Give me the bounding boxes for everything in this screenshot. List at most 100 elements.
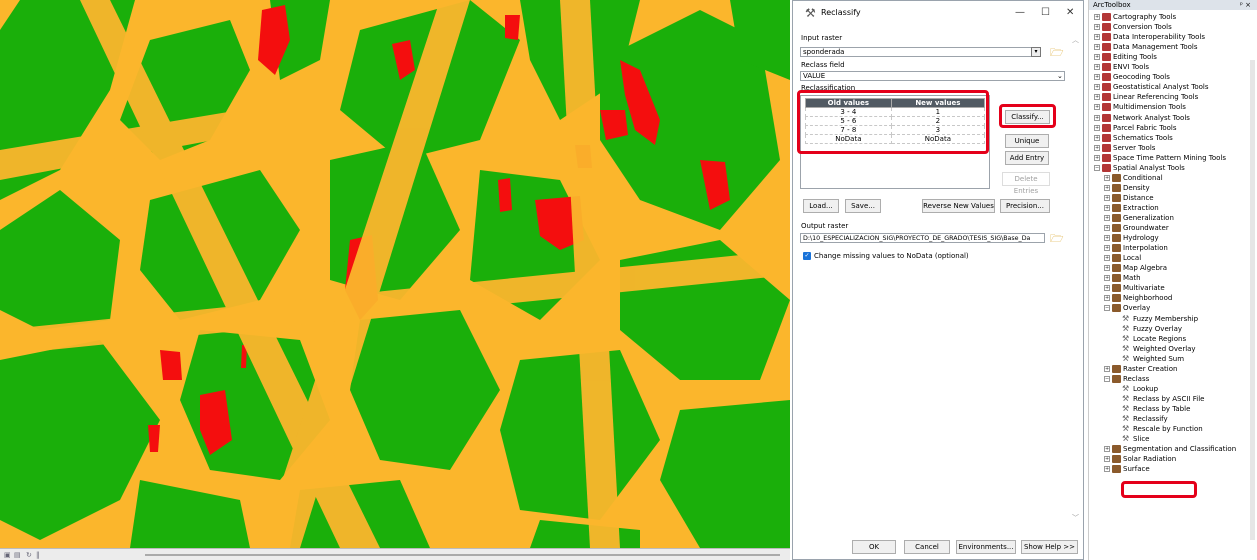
reverse-new-values-button[interactable]: Reverse New Values bbox=[922, 199, 995, 213]
output-raster-field[interactable]: D:\10_ESPECIALIZACION_SIG\PROYECTO_DE_GR… bbox=[800, 233, 1045, 243]
expand-icon[interactable]: + bbox=[1104, 215, 1110, 221]
tool-item[interactable]: ⚒ Weighted Overlay bbox=[1122, 344, 1196, 354]
expand-icon[interactable]: + bbox=[1094, 114, 1100, 121]
minimize-button[interactable]: — bbox=[1015, 7, 1025, 18]
expand-icon[interactable]: + bbox=[1094, 104, 1100, 111]
expand-icon[interactable]: + bbox=[1094, 84, 1100, 91]
tool-item[interactable]: ⚒ Fuzzy Overlay bbox=[1122, 324, 1182, 334]
pin-icon[interactable]: ᵖ × bbox=[1240, 0, 1251, 10]
expand-icon[interactable]: + bbox=[1104, 245, 1110, 252]
expand-icon[interactable]: + bbox=[1094, 54, 1100, 61]
toolbox-item[interactable]: + Geocoding Tools bbox=[1094, 72, 1170, 82]
map-view[interactable] bbox=[0, 0, 790, 548]
toolset-item[interactable]: + Generalization bbox=[1104, 213, 1174, 223]
expand-icon[interactable]: + bbox=[1104, 456, 1110, 463]
data-view-icon[interactable]: ▤ bbox=[14, 551, 21, 559]
expand-icon[interactable]: + bbox=[1094, 44, 1100, 51]
tool-item[interactable]: ⚒ Reclassify bbox=[1122, 414, 1168, 424]
collapse-icon[interactable]: − bbox=[1104, 305, 1110, 312]
layout-view-icon[interactable]: ▣ bbox=[4, 551, 11, 559]
toolset-item[interactable]: + Segmentation and Classification bbox=[1104, 444, 1236, 454]
reclass-field-select[interactable]: VALUE bbox=[800, 71, 1065, 81]
toolset-item[interactable]: + Groundwater bbox=[1104, 223, 1169, 233]
toolset-item[interactable]: + Math bbox=[1104, 273, 1141, 283]
toolbox-item[interactable]: + Parcel Fabric Tools bbox=[1094, 123, 1177, 133]
toolset-item[interactable]: + Raster Creation bbox=[1104, 364, 1177, 374]
toolbox-item[interactable]: + Linear Referencing Tools bbox=[1094, 92, 1198, 102]
expand-icon[interactable]: + bbox=[1104, 446, 1110, 453]
toolset-item[interactable]: + Hydrology bbox=[1104, 233, 1159, 243]
close-button[interactable]: ✕ bbox=[1066, 7, 1074, 18]
toolset-item[interactable]: + Extraction bbox=[1104, 203, 1159, 213]
folder-icon[interactable]: 🗁 bbox=[1050, 230, 1064, 249]
toolbox-item[interactable]: + Data Interoperability Tools bbox=[1094, 32, 1205, 42]
expand-icon[interactable]: + bbox=[1094, 124, 1100, 131]
tool-item[interactable]: ⚒ Weighted Sum bbox=[1122, 354, 1184, 364]
toolbox-item[interactable]: + Conversion Tools bbox=[1094, 22, 1172, 32]
environments-button[interactable]: Environments... bbox=[956, 540, 1016, 554]
expand-icon[interactable]: + bbox=[1094, 154, 1100, 161]
toolbox-item[interactable]: + Network Analyst Tools bbox=[1094, 113, 1190, 123]
toolset-item[interactable]: + Surface bbox=[1104, 464, 1150, 474]
expand-icon[interactable]: + bbox=[1104, 285, 1110, 292]
toolset-item[interactable]: + Neighborhood bbox=[1104, 293, 1172, 303]
unique-button[interactable]: Unique bbox=[1005, 134, 1049, 148]
tool-item[interactable]: ⚒ Reclass by ASCII File bbox=[1122, 394, 1204, 404]
ok-button[interactable]: OK bbox=[852, 540, 896, 554]
toolset-item[interactable]: + Local bbox=[1104, 253, 1141, 263]
input-raster-field[interactable]: sponderada bbox=[800, 47, 1038, 57]
expand-icon[interactable]: + bbox=[1104, 204, 1110, 211]
toolbox-scrollbar[interactable] bbox=[1250, 60, 1255, 540]
toolset-item[interactable]: + Multivariate bbox=[1104, 283, 1165, 293]
toolbox-item[interactable]: + ENVI Tools bbox=[1094, 62, 1149, 72]
toolbox-item[interactable]: + Server Tools bbox=[1094, 143, 1155, 153]
expand-icon[interactable]: + bbox=[1094, 14, 1100, 20]
expand-icon[interactable]: + bbox=[1094, 64, 1100, 71]
expand-icon[interactable]: + bbox=[1104, 295, 1110, 302]
expand-icon[interactable]: + bbox=[1094, 24, 1100, 31]
refresh-icon[interactable]: ↻ bbox=[26, 551, 32, 559]
expand-icon[interactable]: + bbox=[1094, 144, 1100, 151]
expand-icon[interactable]: + bbox=[1104, 255, 1110, 262]
toolbox-item[interactable]: + Geostatistical Analyst Tools bbox=[1094, 82, 1209, 92]
chevron-down-icon[interactable]: ⌄ bbox=[1057, 72, 1063, 80]
toolset-item[interactable]: + Map Algebra bbox=[1104, 263, 1167, 273]
precision-button[interactable]: Precision... bbox=[1000, 199, 1050, 213]
tool-item[interactable]: ⚒ Fuzzy Membership bbox=[1122, 314, 1198, 324]
toolbox-item[interactable]: + Editing Tools bbox=[1094, 52, 1157, 62]
change-missing-checkbox[interactable]: ✓ bbox=[803, 252, 811, 260]
tool-item[interactable]: ⚒ Reclass by Table bbox=[1122, 404, 1190, 414]
maximize-button[interactable]: ☐ bbox=[1041, 7, 1050, 18]
scroll-up-icon[interactable]: ︿ bbox=[1072, 35, 1079, 45]
show-help-button[interactable]: Show Help >> bbox=[1021, 540, 1078, 554]
toolset-item[interactable]: + Density bbox=[1104, 183, 1150, 193]
dialog-titlebar[interactable]: ⚒ Reclassify — ☐ ✕ bbox=[793, 1, 1083, 27]
delete-entries-button[interactable]: Delete Entries bbox=[1002, 172, 1050, 195]
load-button[interactable]: Load... bbox=[803, 199, 839, 213]
toolbox-item[interactable]: + Multidimension Tools bbox=[1094, 102, 1186, 112]
toolset-item[interactable]: + Solar Radiation bbox=[1104, 454, 1176, 464]
toolset-item[interactable]: − Overlay bbox=[1104, 303, 1150, 313]
toolset-item[interactable]: + Interpolation bbox=[1104, 243, 1168, 253]
toolbox-item[interactable]: − Spatial Analyst Tools bbox=[1094, 163, 1185, 173]
expand-icon[interactable]: + bbox=[1094, 34, 1100, 41]
toolset-item[interactable]: + Conditional bbox=[1104, 173, 1163, 183]
collapse-icon[interactable]: − bbox=[1104, 375, 1110, 382]
dropdown-arrow-icon[interactable]: ▾ bbox=[1031, 47, 1041, 57]
toolbox-item[interactable]: + Data Management Tools bbox=[1094, 42, 1198, 52]
add-entry-button[interactable]: Add Entry bbox=[1005, 151, 1049, 165]
expand-icon[interactable]: + bbox=[1104, 275, 1110, 282]
expand-icon[interactable]: + bbox=[1104, 235, 1110, 242]
expand-icon[interactable]: + bbox=[1104, 184, 1110, 191]
collapse-icon[interactable]: − bbox=[1094, 164, 1100, 171]
expand-icon[interactable]: + bbox=[1104, 365, 1110, 372]
map-horizontal-scrollbar[interactable] bbox=[145, 554, 780, 556]
tool-item[interactable]: ⚒ Rescale by Function bbox=[1122, 424, 1203, 434]
expand-icon[interactable]: + bbox=[1104, 194, 1110, 201]
tool-item[interactable]: ⚒ Slice bbox=[1122, 434, 1150, 444]
folder-icon[interactable]: 🗁 bbox=[1050, 44, 1064, 63]
pause-icon[interactable]: ‖ bbox=[36, 551, 40, 559]
expand-icon[interactable]: + bbox=[1104, 466, 1110, 473]
toolset-item[interactable]: − Reclass bbox=[1104, 374, 1149, 384]
tool-item[interactable]: ⚒ Lookup bbox=[1122, 384, 1158, 394]
